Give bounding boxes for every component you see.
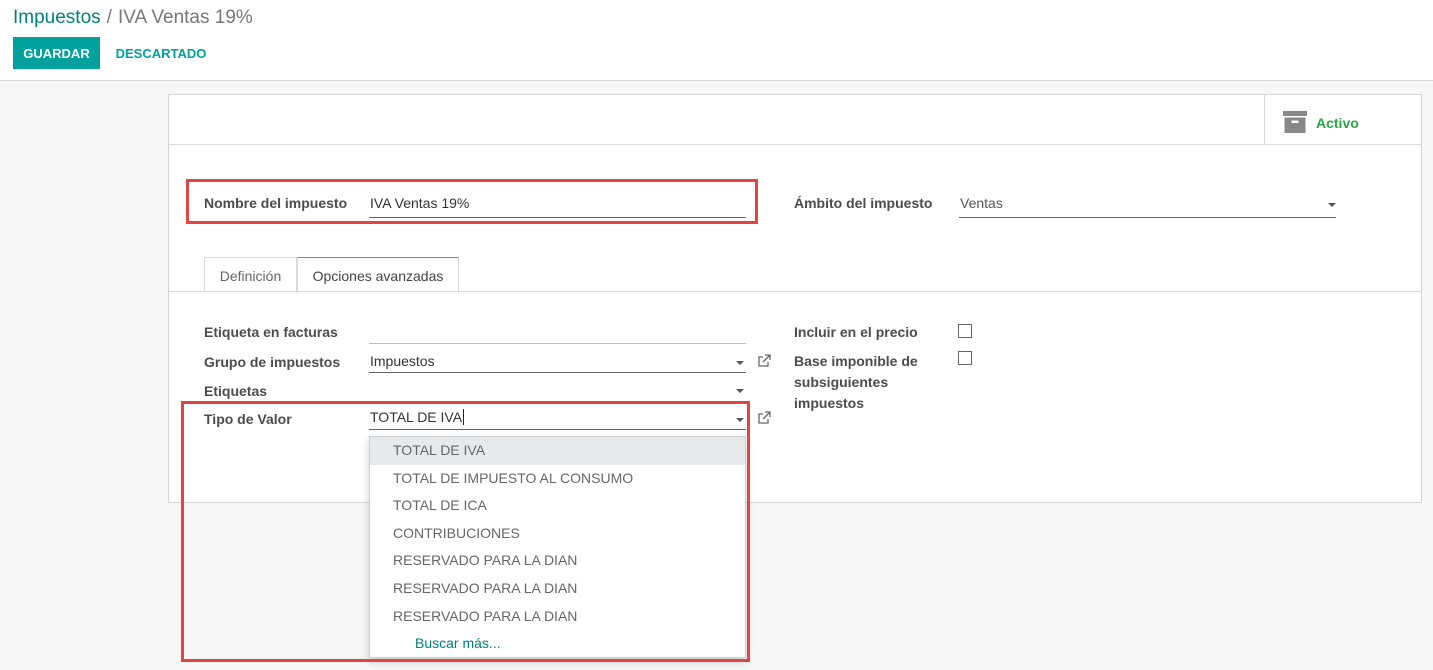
tax-group-label: Grupo de impuestos [204,354,341,370]
invoice-label-input[interactable] [369,324,746,344]
breadcrumb-separator: / [106,7,112,28]
value-type-value: TOTAL DE IVA [370,409,463,425]
value-type-label: Tipo de Valor [204,411,292,427]
base-affected-label-line: impuestos [794,395,865,411]
tab-opciones-avanzadas[interactable]: Opciones avanzadas [297,257,459,293]
breadcrumb: Impuestos / IVA Ventas 19% [13,7,253,29]
tax-name-label: Nombre del impuesto [204,195,348,211]
breadcrumb-parent-link[interactable]: Impuestos [13,7,101,28]
dropdown-option[interactable]: TOTAL DE ICA [370,492,745,520]
tab-divider [169,291,1421,292]
chevron-down-icon [1328,203,1336,207]
control-panel: Impuestos / IVA Ventas 19% GUARDAR DESCART… [0,0,1433,81]
tax-group-select[interactable]: Impuestos [369,353,746,373]
base-affected-label-line: Base imponible de [794,353,918,369]
active-toggle-button[interactable]: Activo [1264,95,1421,144]
save-button[interactable]: GUARDAR [13,37,100,69]
archive-icon [1283,111,1307,138]
dropdown-option[interactable]: TOTAL DE IMPUESTO AL CONSUMO [370,465,745,493]
chevron-down-icon [736,418,744,422]
external-link-icon[interactable] [757,354,771,373]
text-cursor [463,409,465,425]
dropdown-option[interactable]: RESERVADO PARA LA DIAN [370,575,745,603]
tags-input[interactable] [369,381,746,401]
value-type-input[interactable]: TOTAL DE IVA [369,409,746,430]
discard-button[interactable]: DESCARTADO [108,37,214,69]
tax-scope-select[interactable]: Ventas [959,195,1336,218]
tax-scope-value: Ventas [960,195,1003,211]
tax-group-value: Impuestos [370,353,435,369]
chevron-down-icon [736,361,744,365]
tags-label: Etiquetas [204,383,268,399]
base-affected-checkbox[interactable] [958,351,972,365]
dropdown-option[interactable]: TOTAL DE IVA [370,437,745,465]
dropdown-option[interactable]: CONTRIBUCIONES [370,520,745,548]
include-price-label: Incluir en el precio [794,324,918,340]
button-box: Activo [169,95,1421,145]
dropdown-option[interactable]: RESERVADO PARA LA DIAN [370,547,745,575]
dropdown-option[interactable]: RESERVADO PARA LA DIAN [370,603,745,631]
value-type-dropdown: TOTAL DE IVA TOTAL DE IMPUESTO AL CONSUM… [369,436,746,658]
tab-definicion[interactable]: Definición [204,257,297,292]
form-sheet: Activo Nombre del impuesto IVA Ventas 19… [168,94,1422,503]
tax-name-input[interactable]: IVA Ventas 19% [369,195,746,218]
search-more-link[interactable]: Buscar más... [370,630,745,658]
tax-scope-label: Ámbito del impuesto [794,195,933,211]
base-affected-label: Base imponible de subsiguientes impuesto… [794,351,918,414]
breadcrumb-current: IVA Ventas 19% [117,7,253,28]
active-label: Activo [1316,115,1359,131]
external-link-icon[interactable] [757,411,771,430]
include-price-checkbox[interactable] [958,324,972,338]
base-affected-label-line: subsiguientes [794,374,889,390]
chevron-down-icon [736,389,744,393]
invoice-label-label: Etiqueta en facturas [204,324,338,340]
